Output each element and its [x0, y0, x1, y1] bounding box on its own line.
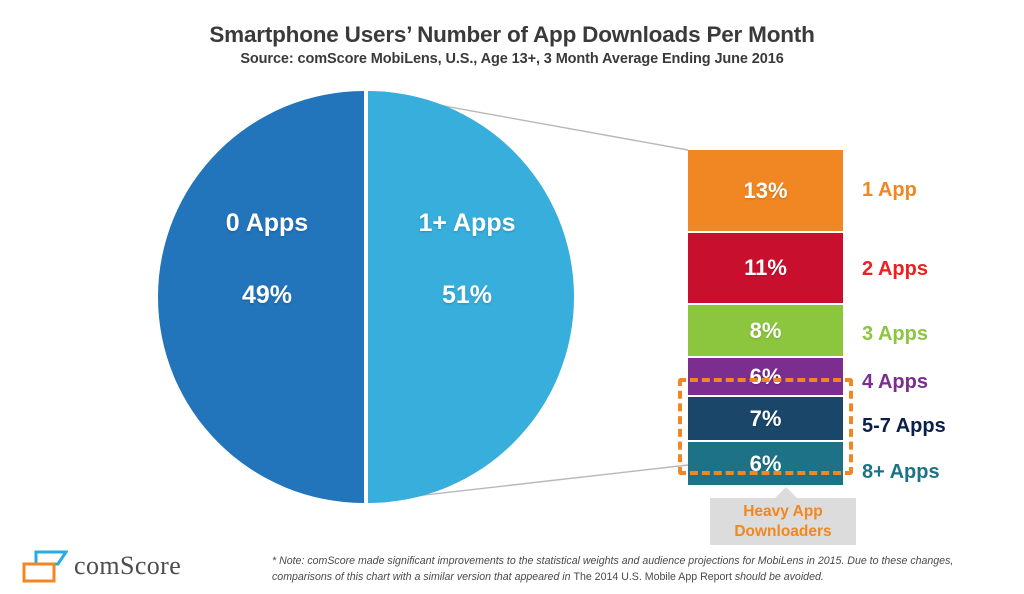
- pie-label-0-apps-value: 49%: [241, 281, 293, 309]
- comscore-logo-mark-icon: [22, 550, 69, 583]
- legend-item-8plus-apps[interactable]: 8+ Apps: [862, 461, 940, 484]
- bar-segment-1-app[interactable]: 13%: [688, 150, 843, 233]
- comscore-logo: comScore: [22, 550, 222, 586]
- bar-legend: 1 App 2 Apps 3 Apps 4 Apps 5-7 Apps 8+ A…: [862, 150, 1022, 483]
- heavy-downloaders-highlight-box: [678, 378, 853, 475]
- legend-item-5-7-apps[interactable]: 5-7 Apps: [862, 415, 946, 438]
- legend-item-2-apps[interactable]: 2 Apps: [862, 258, 928, 281]
- callout-arrow-icon: [775, 487, 797, 498]
- bar-segment-value: 13%: [743, 177, 788, 203]
- chart-canvas: Smartphone Users’ Number of App Download…: [0, 0, 1024, 594]
- chart-source-subtitle: Source: comScore MobiLens, U.S., Age 13+…: [240, 51, 784, 67]
- legend-label: 8+ Apps: [862, 460, 940, 483]
- legend-item-1-app[interactable]: 1 App: [862, 179, 917, 202]
- pie-label-1plus-apps-name: 1+ Apps: [418, 209, 516, 237]
- callout-line-2: Downloaders: [734, 523, 832, 540]
- pie-label-1plus-apps-value: 51%: [441, 281, 493, 309]
- page-title: Smartphone Users’ Number of App Download…: [209, 22, 815, 47]
- comscore-wordmark: comScore: [74, 551, 182, 580]
- footnote: * Note: comScore made significant improv…: [272, 553, 1012, 585]
- legend-label: 5-7 Apps: [862, 414, 946, 437]
- bar-segment-3-apps[interactable]: 8%: [688, 305, 843, 358]
- pie-label-0-apps-name: 0 Apps: [225, 209, 309, 237]
- footnote-part-3: should be avoided.: [731, 571, 824, 583]
- heavy-app-downloaders-callout: Heavy App Downloaders: [710, 487, 856, 545]
- footnote-report-name: The 2014 U.S. Mobile App Report: [573, 571, 732, 583]
- legend-label: 3 Apps: [862, 322, 928, 345]
- legend-item-4-apps[interactable]: 4 Apps: [862, 371, 928, 394]
- legend-label: 1 App: [862, 178, 917, 201]
- callout-line-1: Heavy App: [743, 503, 823, 520]
- legend-item-3-apps[interactable]: 3 Apps: [862, 323, 928, 346]
- bar-segment-value: 11%: [744, 255, 787, 280]
- bar-segment-value: 8%: [749, 317, 782, 343]
- pie-chart: 0 Apps 49% 1+ Apps 51%: [155, 91, 577, 503]
- legend-label: 2 Apps: [862, 258, 928, 280]
- legend-label: 4 Apps: [862, 370, 928, 393]
- bar-segment-2-apps[interactable]: 11%: [688, 233, 843, 305]
